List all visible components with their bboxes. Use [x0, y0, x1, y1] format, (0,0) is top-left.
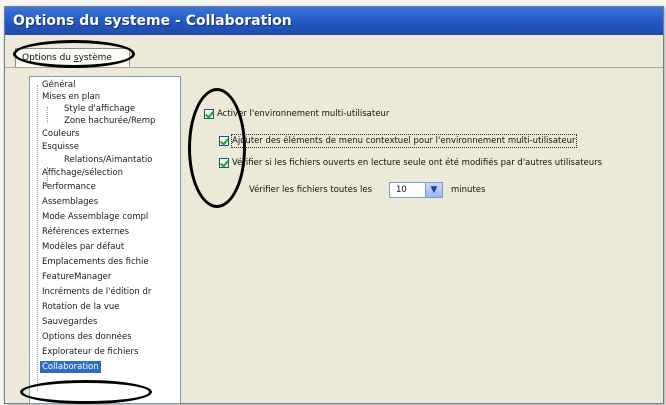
tab-bar: Options du système — [5, 35, 663, 68]
tree-connector — [37, 85, 38, 391]
tree-item-display-style[interactable]: Style d'affichage — [64, 103, 135, 115]
tab-system-options[interactable]: Options du système — [15, 48, 130, 67]
checkbox-context-menu[interactable] — [219, 136, 229, 146]
tree-item-assemblies[interactable]: Assemblages — [42, 196, 98, 208]
tree-item-colors[interactable]: Couleurs — [42, 128, 79, 140]
tree-item-collaboration[interactable]: Collaboration — [40, 361, 101, 373]
options-dialog: Options du systeme - Collaboration Optio… — [4, 6, 664, 404]
options-tree[interactable]: Général Mises en plan Style d'affichage … — [29, 76, 181, 404]
chevron-down-icon[interactable]: ▼ — [425, 183, 442, 197]
tree-item-data-options[interactable]: Options des données — [42, 331, 132, 343]
label-multi-user-env: Activer l'environnement multi-utilisateu… — [217, 109, 390, 119]
tree-item-external-references[interactable]: Références externes — [42, 226, 129, 238]
tree-item-spin-box-increments[interactable]: Incréments de l'édition dr — [42, 286, 151, 298]
label-check-interval: Vérifier les fichiers toutes les — [249, 185, 373, 195]
interval-value: 10 — [396, 185, 407, 195]
tree-item-default-templates[interactable]: Modèles par défaut — [42, 241, 124, 253]
tab-label-prefix: Options du — [22, 53, 74, 63]
tree-item-file-locations[interactable]: Emplacements des fichie — [42, 256, 149, 268]
label-minutes: minutes — [451, 185, 486, 195]
tree-item-display-selection[interactable]: Affichage/sélection — [42, 167, 123, 179]
tree-item-general[interactable]: Général — [42, 79, 76, 91]
tree-item-performance[interactable]: Performance — [42, 181, 96, 193]
tree-item-drawings[interactable]: Mises en plan — [42, 91, 100, 103]
options-content: Général Mises en plan Style d'affichage … — [5, 68, 663, 404]
tree-item-backups[interactable]: Sauvegardes — [42, 316, 97, 328]
tree-item-featuremanager[interactable]: FeatureManager — [42, 271, 111, 283]
tree-item-large-assembly-mode[interactable]: Mode Assemblage compl — [42, 211, 148, 223]
label-context-menu: Ajouter des éléments de menu contextuel … — [231, 134, 577, 148]
tree-item-view-rotation[interactable]: Rotation de la vue — [42, 301, 120, 313]
interval-select[interactable]: 10 ▼ — [389, 182, 443, 198]
checkbox-check-readonly[interactable] — [219, 158, 229, 168]
tree-item-area-hatch[interactable]: Zone hachurée/Remp — [64, 115, 155, 127]
tree-item-file-explorer[interactable]: Explorateur de fichiers — [42, 346, 138, 358]
tree-item-sketch[interactable]: Esquisse — [42, 141, 79, 153]
window-title: Options du systeme - Collaboration — [5, 7, 663, 35]
tab-label-suffix: ystème — [78, 53, 112, 63]
label-check-readonly: Vérifier si les fichiers ouverts en lect… — [232, 158, 603, 168]
tree-item-relations-snaps[interactable]: Relations/Aimantatio — [64, 154, 152, 166]
checkbox-multi-user-env[interactable] — [204, 109, 214, 119]
tree-connector — [47, 107, 48, 123]
